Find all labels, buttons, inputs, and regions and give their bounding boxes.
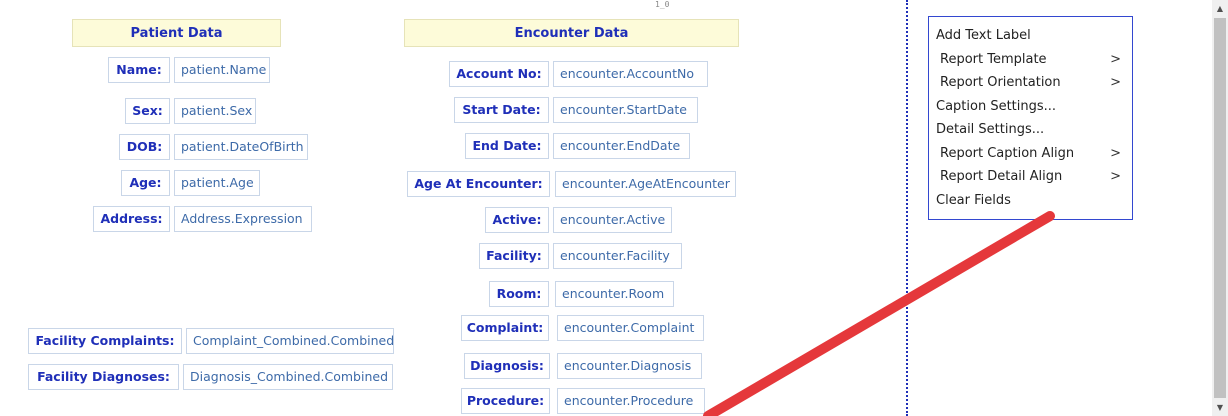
annotation-arrow-icon xyxy=(703,211,1055,416)
scroll-up-arrow-icon[interactable]: ▲ xyxy=(1212,0,1228,17)
scrollbar-thumb[interactable] xyxy=(1214,18,1226,398)
vertical-scrollbar[interactable]: ▲ ▼ xyxy=(1212,0,1228,416)
scroll-down-arrow-icon[interactable]: ▼ xyxy=(1212,399,1228,416)
report-designer-canvas: 1̲0 Patient Data Name: patient.Name Sex:… xyxy=(0,0,1212,416)
